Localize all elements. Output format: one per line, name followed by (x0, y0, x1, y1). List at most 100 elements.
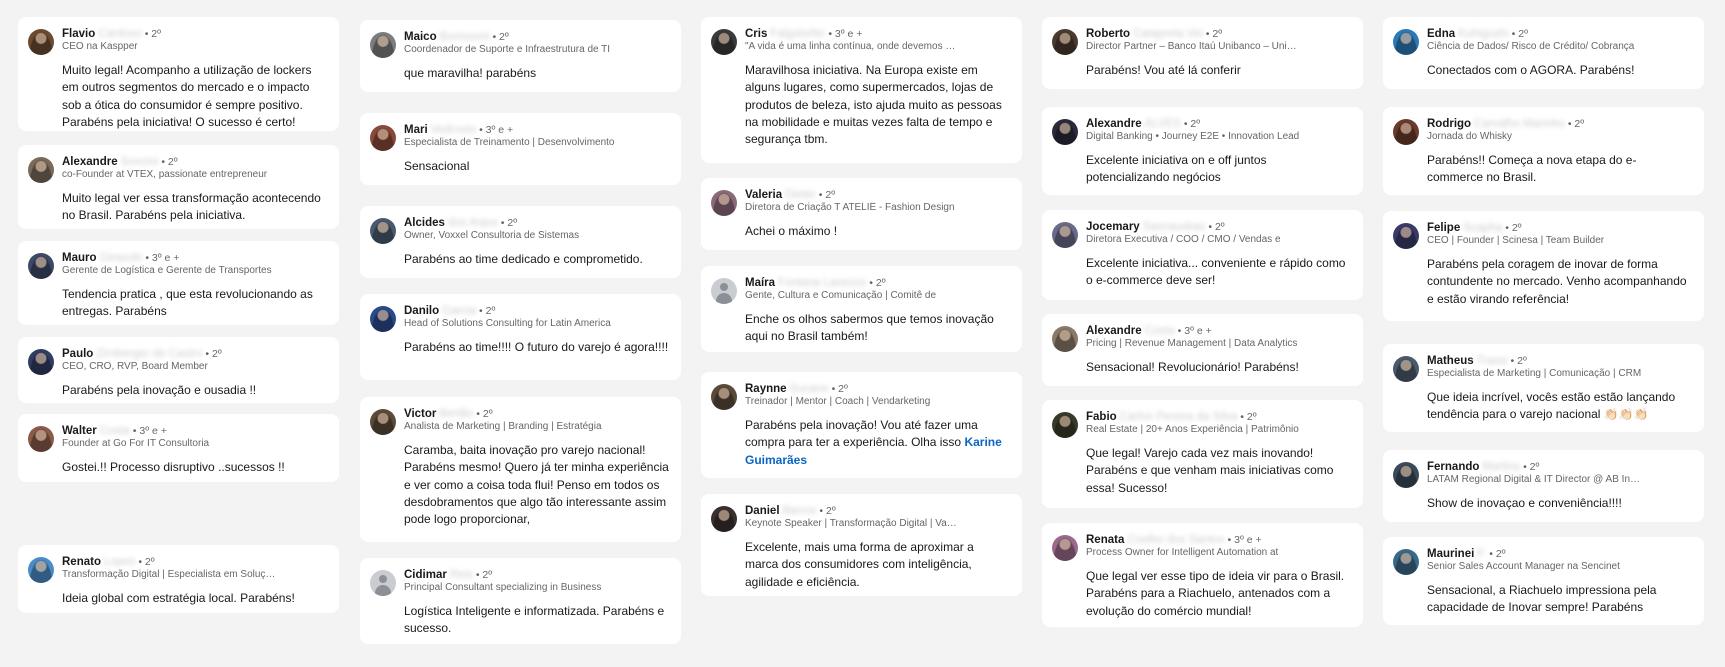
comment-text: Parabéns pela inovação! Vou até fazer um… (745, 417, 1010, 469)
comment-text: Sensacional (404, 159, 470, 173)
avatar[interactable] (711, 506, 737, 532)
author-name[interactable]: Paulo (62, 348, 93, 360)
author-surname-blurred: Coelho dos Santos (1127, 534, 1225, 546)
author-name[interactable]: Cidimar (404, 569, 447, 581)
connection-degree: • 2º (144, 28, 161, 40)
author-name[interactable]: Mauro (62, 252, 97, 264)
author-surname-blurred: Martins (1482, 461, 1521, 473)
connection-degree: • 3º e + (479, 124, 514, 136)
author-name[interactable]: Valeria (745, 189, 782, 201)
connection-degree: • 3º e + (1227, 534, 1262, 546)
author-name[interactable]: Daniel (745, 505, 780, 517)
avatar[interactable] (28, 29, 54, 55)
author-name[interactable]: Matheus (1427, 355, 1474, 367)
author-headline: "A vida é uma linha contínua, onde devem… (745, 41, 960, 52)
author-surname-blurred: Costa (1144, 325, 1175, 337)
author-surname-blurred: Cardoso (98, 28, 142, 40)
avatar[interactable] (1052, 29, 1078, 55)
comment-card: Danilo Garcia • 2º Head of Solutions Consu… (360, 294, 681, 380)
author-headline: CEO | Founder | Scinesa | Team Builder (1427, 235, 1605, 246)
avatar[interactable] (1393, 119, 1419, 145)
comment-card: Mauro Girasole • 3º e + Gerente de Logísti… (18, 241, 339, 325)
author-name[interactable]: Jocemary (1086, 221, 1140, 233)
author-surname-blurred: Lopes (103, 556, 136, 568)
author-name[interactable]: Alexandre (62, 156, 118, 168)
author-surname-blurred: Soncini (120, 156, 159, 168)
comment-text: Gostei.!! Processo disruptivo ..sucessos… (62, 460, 285, 474)
avatar[interactable] (370, 125, 396, 151)
author-surname-blurred: Costa (99, 425, 130, 437)
avatar[interactable] (711, 29, 737, 55)
comment-card: Mari Vedrosto • 3º e + Especialista de Tre… (360, 113, 681, 185)
avatar-placeholder-icon[interactable] (370, 570, 396, 596)
comment-card: Matheus Trassi • 2º Especialista de Market… (1383, 344, 1704, 432)
connection-degree: • 3º e + (132, 425, 167, 437)
author-name[interactable]: Renato (62, 556, 101, 568)
comment-text: Parabéns pela inovação e ousadia !! (62, 383, 257, 397)
comment-text: Muito legal! Acompanho a utilização de l… (62, 63, 312, 129)
avatar[interactable] (370, 306, 396, 332)
author-name[interactable]: Flavio (62, 28, 95, 40)
author-name[interactable]: Raynne (745, 383, 787, 395)
author-headline: co-Founder at VTEX, passionate entrepren… (62, 169, 268, 180)
avatar[interactable] (1393, 29, 1419, 55)
avatar[interactable] (370, 409, 396, 435)
author-name[interactable]: Danilo (404, 305, 439, 317)
avatar[interactable] (1052, 535, 1078, 561)
author-name[interactable]: Cris (745, 28, 767, 40)
avatar[interactable] (1393, 223, 1419, 249)
author-name[interactable]: Maurinei (1427, 548, 1474, 560)
author-name[interactable]: Maico (404, 31, 437, 43)
connection-degree: • 3º e + (145, 252, 180, 264)
author-headline: Real Estate | 20+ Anos Experiência | Pat… (1086, 424, 1299, 435)
connection-degree: • 2º (492, 31, 509, 43)
connection-degree: • 2º (1505, 222, 1522, 234)
avatar[interactable] (370, 32, 396, 58)
comment-text: Excelente iniciativa on e off juntos pot… (1086, 153, 1267, 185)
comment-card: Alexandre ALVES • 2º Digital Banking • Jou… (1042, 107, 1363, 195)
author-name[interactable]: Maíra (745, 277, 775, 289)
author-headline: Process Owner for Intelligent Automation… (1086, 547, 1279, 558)
avatar[interactable] (28, 557, 54, 583)
connection-degree: • 2º (479, 305, 496, 317)
avatar-placeholder-icon[interactable] (711, 278, 737, 304)
avatar[interactable] (28, 349, 54, 375)
avatar[interactable] (28, 426, 54, 452)
avatar[interactable] (1052, 326, 1078, 352)
comment-card: Fabio Carlos Pereira da Silva • 2º Real Es… (1042, 400, 1363, 508)
comment-text: Maravilhosa iniciativa. Na Europa existe… (745, 63, 1002, 147)
avatar[interactable] (1052, 412, 1078, 438)
connection-degree: • 2º (476, 408, 493, 420)
author-name[interactable]: Mari (404, 124, 428, 136)
author-name[interactable]: Fernando (1427, 461, 1479, 473)
author-name[interactable]: Renata (1086, 534, 1124, 546)
comment-card: Valeria Dieter • 2º Diretora de Criação T … (701, 178, 1022, 250)
avatar[interactable] (1052, 222, 1078, 248)
author-name[interactable]: Walter (62, 425, 97, 437)
author-name[interactable]: Rodrigo (1427, 118, 1471, 130)
avatar[interactable] (28, 253, 54, 279)
author-name[interactable]: Alexandre (1086, 118, 1142, 130)
avatar[interactable] (1393, 356, 1419, 382)
avatar[interactable] (1393, 549, 1419, 575)
avatar[interactable] (1393, 462, 1419, 488)
avatar[interactable] (370, 218, 396, 244)
author-name[interactable]: Felipe (1427, 222, 1460, 234)
avatar[interactable] (711, 384, 737, 410)
author-name[interactable]: Alexandre (1086, 325, 1142, 337)
comment-text: Achei o máximo ! (745, 224, 838, 238)
author-name[interactable]: Fabio (1086, 411, 1117, 423)
author-headline: Head of Solutions Consulting for Latin A… (404, 318, 611, 329)
author-name[interactable]: Alcides (404, 217, 445, 229)
connection-degree: • 2º (475, 569, 493, 581)
author-name[interactable]: Victor (404, 408, 436, 420)
author-surname-blurred: Dieter (785, 189, 816, 201)
author-surname-blurred: Sasnauskas (1142, 221, 1206, 233)
avatar[interactable] (28, 157, 54, 183)
avatar[interactable] (1052, 119, 1078, 145)
comment-text: Parabéns ao time!!!! O futuro do varejo … (404, 340, 669, 354)
avatar[interactable] (711, 190, 737, 216)
author-name[interactable]: Edna (1427, 28, 1455, 40)
connection-degree: • 2º (138, 556, 155, 568)
author-name[interactable]: Roberto (1086, 28, 1130, 40)
